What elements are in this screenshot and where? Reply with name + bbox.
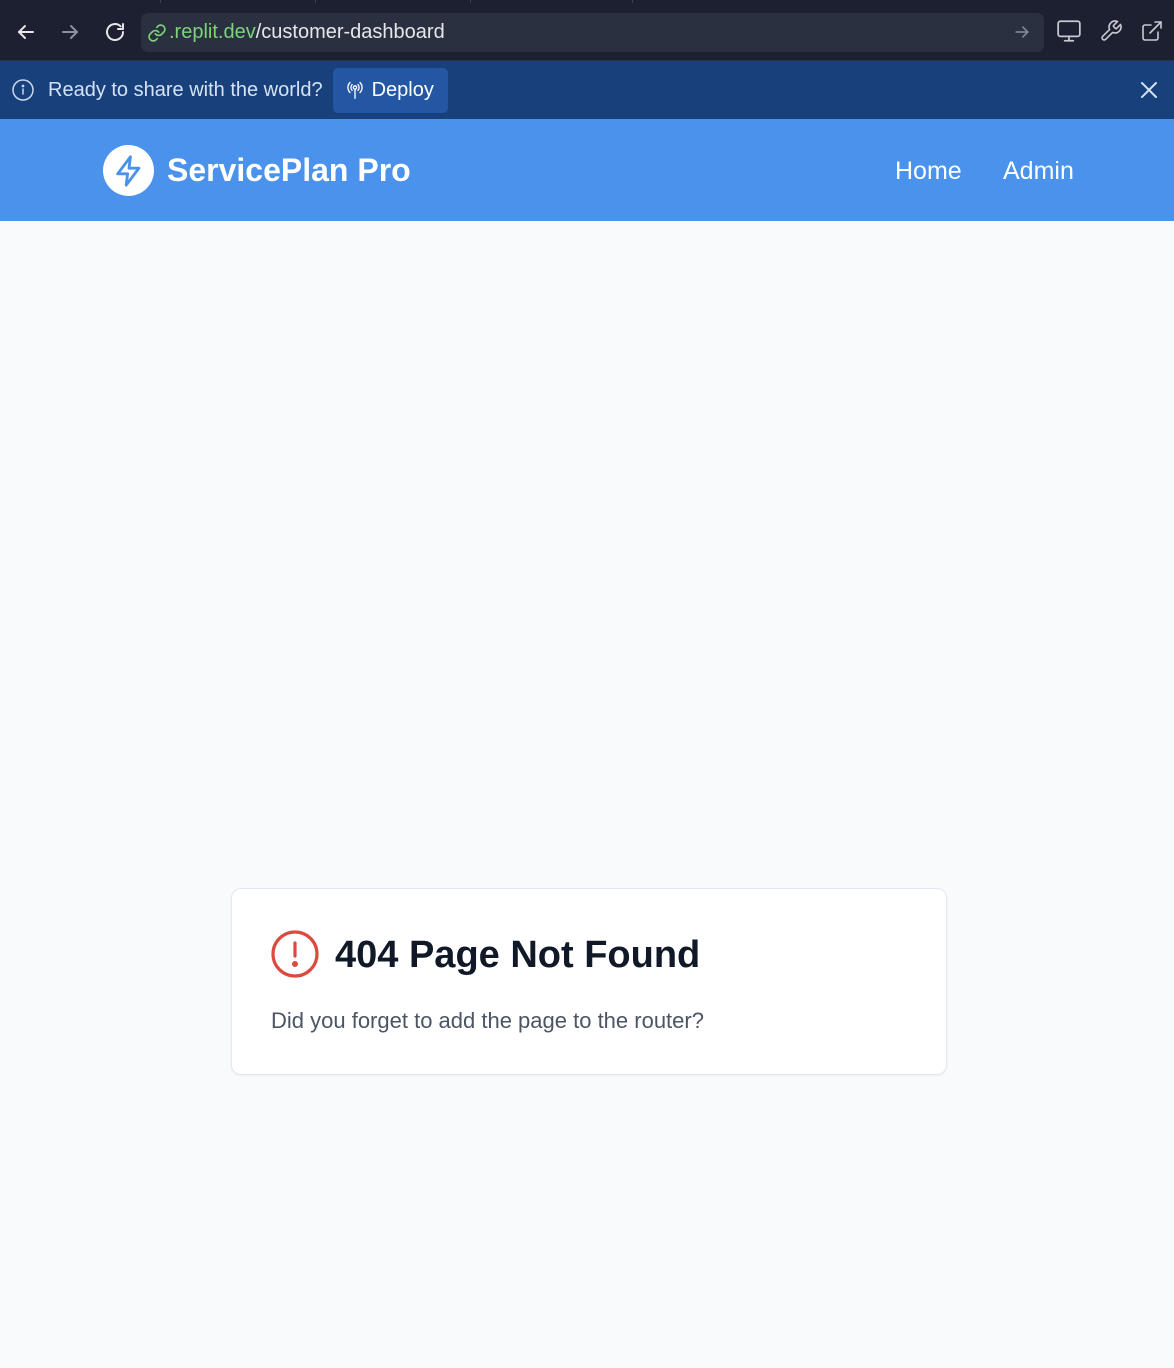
not-found-card: 404 Page Not Found Did you forget to add… xyxy=(231,888,947,1075)
reload-icon xyxy=(106,23,124,41)
alert-circle-icon xyxy=(271,930,319,978)
arrow-right-icon xyxy=(62,25,78,39)
reload-button[interactable] xyxy=(97,14,133,50)
url-path: /customer-dashboard xyxy=(255,21,445,43)
brand-logo[interactable] xyxy=(103,145,154,196)
back-button[interactable] xyxy=(8,14,44,50)
link-icon xyxy=(147,23,167,43)
nav-link-admin[interactable]: Admin xyxy=(1003,155,1074,187)
external-link-icon xyxy=(1142,21,1162,41)
forward-button[interactable] xyxy=(52,14,88,50)
open-new-tab-button[interactable] xyxy=(1138,17,1166,45)
banner-message: Ready to share with the world? xyxy=(48,78,323,101)
deploy-button[interactable]: Deploy xyxy=(332,67,448,113)
address-bar[interactable]: .replit.dev/customer-dashboard xyxy=(141,13,1044,52)
tab-strip xyxy=(160,0,720,3)
devices-button[interactable] xyxy=(1055,17,1083,45)
close-icon[interactable] xyxy=(1137,78,1161,102)
go-arrow-icon[interactable] xyxy=(1012,22,1032,42)
app-header: ServicePlan Pro Home Admin xyxy=(0,119,1174,221)
monitor-icon xyxy=(1057,20,1081,42)
browser-toolbar: .replit.dev/customer-dashboard xyxy=(0,0,1174,61)
brand-name[interactable]: ServicePlan Pro xyxy=(167,150,411,190)
deploy-label: Deploy xyxy=(371,78,434,101)
page-title: 404 Page Not Found xyxy=(335,934,701,976)
devtools-button[interactable] xyxy=(1097,17,1125,45)
info-icon xyxy=(12,79,34,101)
deploy-icon xyxy=(346,81,363,100)
deploy-banner: Ready to share with the world? Deploy xyxy=(0,61,1174,119)
nav-link-home[interactable]: Home xyxy=(895,155,962,187)
not-found-message: Did you forget to add the page to the ro… xyxy=(271,1008,704,1033)
arrow-left-icon xyxy=(18,25,34,39)
url-host: .replit.dev xyxy=(169,21,256,43)
url-text: .replit.dev/customer-dashboard xyxy=(169,21,445,44)
wrench-icon xyxy=(1101,20,1122,41)
lightning-icon xyxy=(115,154,140,187)
